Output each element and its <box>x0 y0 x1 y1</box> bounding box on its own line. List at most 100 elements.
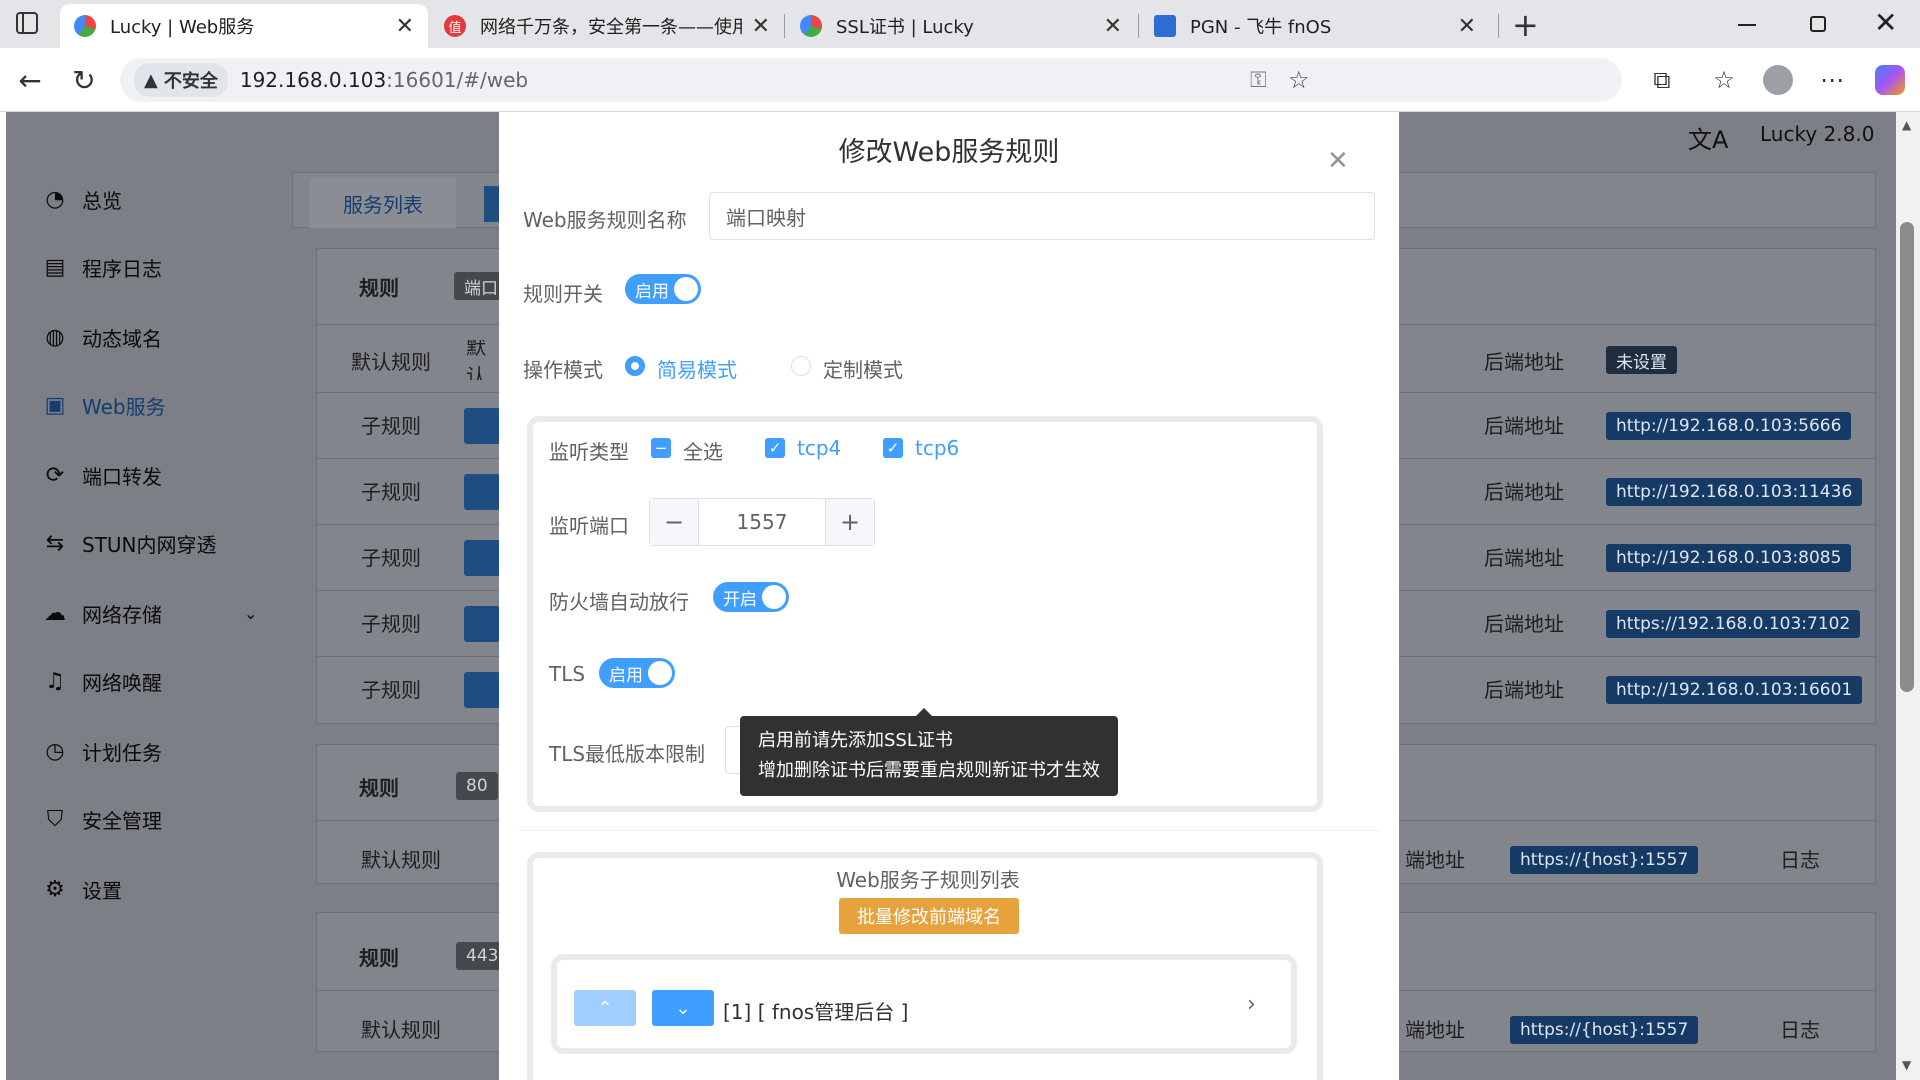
sub-rule-label: 子规则 <box>361 611 421 636</box>
browser-tab-strip: Lucky | Web服务 ✕ 值 网络千万条，安全第一条——使用 ✕ SSL证… <box>0 0 1920 48</box>
move-up-button[interactable]: ⌃ <box>574 990 636 1026</box>
firewall-switch[interactable]: 开启 <box>713 582 789 612</box>
not-secure-badge[interactable]: ▲ 不安全 <box>134 63 228 97</box>
favorites-icon[interactable]: ☆ <box>1704 60 1744 100</box>
move-down-button[interactable]: ⌄ <box>652 990 714 1026</box>
tcp6-label[interactable]: tcp6 <box>915 436 959 460</box>
app-version: Lucky 2.8.0 <box>1760 122 1875 146</box>
mode-custom-label[interactable]: 定制模式 <box>823 354 903 383</box>
sidebar-item-logs[interactable]: ▤ 程序日志 <box>6 234 292 300</box>
backend-chip: http://192.168.0.103:16601 <box>1606 676 1863 704</box>
sidebar-item-stun[interactable]: ⇆ STUN内网穿透 <box>6 510 292 576</box>
tab-title: SSL证书 | Lucky <box>836 17 974 38</box>
tcp6-checkbox[interactable]: ✓ <box>883 438 903 458</box>
close-icon[interactable]: ✕ <box>1327 146 1349 176</box>
tab-title: PGN - 飞牛 fnOS <box>1190 17 1332 38</box>
sidebar-item-overview[interactable]: ◔ 总览 <box>6 166 292 232</box>
tcp4-label[interactable]: tcp4 <box>797 436 841 460</box>
backend-chip: http://192.168.0.103:5666 <box>1606 412 1852 440</box>
edit-sub-rule-button[interactable] <box>464 606 500 642</box>
tls-switch[interactable]: 启用 <box>599 658 675 688</box>
sidebar-item-tasks[interactable]: ◷ 计划任务 <box>6 718 292 784</box>
rule-header-label: 规则 <box>359 775 399 800</box>
log-label[interactable]: 日志 <box>1770 1008 1830 1048</box>
default-cut: 默认 <box>466 340 486 380</box>
rule-name-input[interactable]: 端口映射 <box>709 192 1375 240</box>
rule-enable-switch[interactable]: 启用 <box>625 274 701 304</box>
scroll-up-icon[interactable]: ▲ <box>1902 118 1911 132</box>
dashboard-icon: ◔ <box>45 186 65 212</box>
mode-custom-radio[interactable] <box>791 356 811 376</box>
edit-sub-rule-button[interactable] <box>464 540 500 576</box>
decrease-icon[interactable]: − <box>650 499 698 545</box>
sidebar-item-storage[interactable]: ☁ 网络存储 ⌄ <box>6 580 292 646</box>
sub-rule-item-label[interactable]: [1] [ fnos管理后台 ] <box>723 996 908 1025</box>
tcp4-checkbox[interactable]: ✓ <box>765 438 785 458</box>
reload-icon[interactable]: ↻ <box>64 60 104 100</box>
backend-chip: https://192.168.0.103:7102 <box>1606 610 1861 638</box>
sidebar-item-settings[interactable]: ⚙ 设置 <box>6 856 292 922</box>
minimize-icon[interactable] <box>1738 24 1756 26</box>
browser-tab-ssl[interactable]: SSL证书 | Lucky ✕ <box>786 4 1136 48</box>
listen-port-value[interactable]: 1557 <box>698 499 826 545</box>
tooltip-line: 增加删除证书后需要重启规则新证书才生效 <box>758 760 1100 781</box>
sidebar-item-ddns[interactable]: ◍ 动态域名 <box>6 304 292 370</box>
cloud-storage-icon: ☁ <box>44 600 66 626</box>
favorite-star-icon[interactable]: ☆ <box>1288 66 1310 94</box>
select-all-label[interactable]: 全选 <box>683 436 723 465</box>
tab-close-icon[interactable]: ✕ <box>1458 14 1476 39</box>
rule-header-label: 规则 <box>359 945 399 970</box>
sidebar-item-security[interactable]: ⛉ 安全管理 <box>6 786 292 852</box>
sidebar-item-port-forward[interactable]: ⟳ 端口转发 <box>6 442 292 508</box>
scrollbar-thumb[interactable] <box>1900 222 1914 692</box>
tab-actions-icon[interactable] <box>16 12 38 34</box>
tab-close-icon[interactable]: ✕ <box>752 14 770 39</box>
copilot-icon[interactable] <box>1870 60 1910 100</box>
chevron-right-icon[interactable]: › <box>1247 992 1256 1017</box>
sidebar-item-web-service[interactable]: ▣ Web服务 <box>6 372 292 438</box>
backend-label: 后端地址 <box>1484 349 1564 374</box>
tab-close-icon[interactable]: ✕ <box>1104 14 1122 39</box>
gear-icon: ⚙ <box>45 876 65 902</box>
tls-tooltip: 启用前请先添加SSL证书 增加删除证书后需要重启规则新证书才生效 <box>740 716 1118 796</box>
browser-tab-fnos[interactable]: PGN - 飞牛 fnOS ✕ <box>1140 4 1490 48</box>
backend-label: 后端地址 <box>1484 479 1564 504</box>
select-all-checkbox[interactable]: − <box>651 438 671 458</box>
close-window-icon[interactable]: ✕ <box>1874 6 1897 39</box>
warning-icon: ▲ <box>144 69 158 91</box>
more-menu-icon[interactable]: ⋯ <box>1812 60 1852 100</box>
section-divider <box>519 830 1379 831</box>
backend-label: 后端地址 <box>1484 611 1564 636</box>
edit-sub-rule-button[interactable] <box>464 672 500 708</box>
extensions-icon[interactable]: ⧉ <box>1642 60 1682 100</box>
mode-simple-label[interactable]: 简易模式 <box>657 354 737 383</box>
mode-simple-radio[interactable] <box>625 356 645 376</box>
translate-icon[interactable]: 文A <box>1688 120 1728 155</box>
edit-sub-rule-button[interactable] <box>464 408 500 444</box>
new-tab-icon[interactable]: + <box>1512 6 1539 44</box>
sidebar-item-wol[interactable]: ♫ 网络唤醒 <box>6 648 292 714</box>
browser-tab-article[interactable]: 值 网络千万条，安全第一条——使用 ✕ <box>430 4 784 48</box>
increase-icon[interactable]: + <box>826 499 874 545</box>
key-icon[interactable]: ⚿ <box>1250 68 1267 93</box>
log-label[interactable]: 日志 <box>1770 838 1830 878</box>
restore-icon[interactable] <box>1810 16 1826 32</box>
fnos-favicon-icon <box>1154 15 1176 37</box>
tab-close-icon[interactable]: ✕ <box>396 14 414 39</box>
rule-name-label: Web服务规则名称 <box>523 208 687 232</box>
scroll-down-icon[interactable]: ▼ <box>1902 1058 1911 1072</box>
profile-avatar-icon[interactable] <box>1758 60 1798 100</box>
listen-port-stepper[interactable]: − 1557 + <box>649 498 875 546</box>
default-rule-label: 默认规则 <box>351 349 431 374</box>
back-arrow-icon[interactable]: ← <box>10 60 50 100</box>
backend-label: 后端地址 <box>1484 545 1564 570</box>
address-bar[interactable]: ▲ 不安全 192.168.0.103:16601/#/web ⚿ ☆ <box>120 58 1622 102</box>
bell-icon: ♫ <box>45 668 65 694</box>
edit-sub-rule-button[interactable] <box>464 474 500 510</box>
tab-service-list[interactable]: 服务列表 <box>310 178 456 228</box>
sub-rule-label: 子规则 <box>361 413 421 438</box>
tab-separator <box>1138 14 1139 38</box>
batch-edit-domain-button[interactable]: 批量修改前端域名 <box>839 898 1019 934</box>
dns-icon: ◍ <box>45 324 65 350</box>
browser-tab-lucky-web[interactable]: Lucky | Web服务 ✕ <box>60 4 428 48</box>
